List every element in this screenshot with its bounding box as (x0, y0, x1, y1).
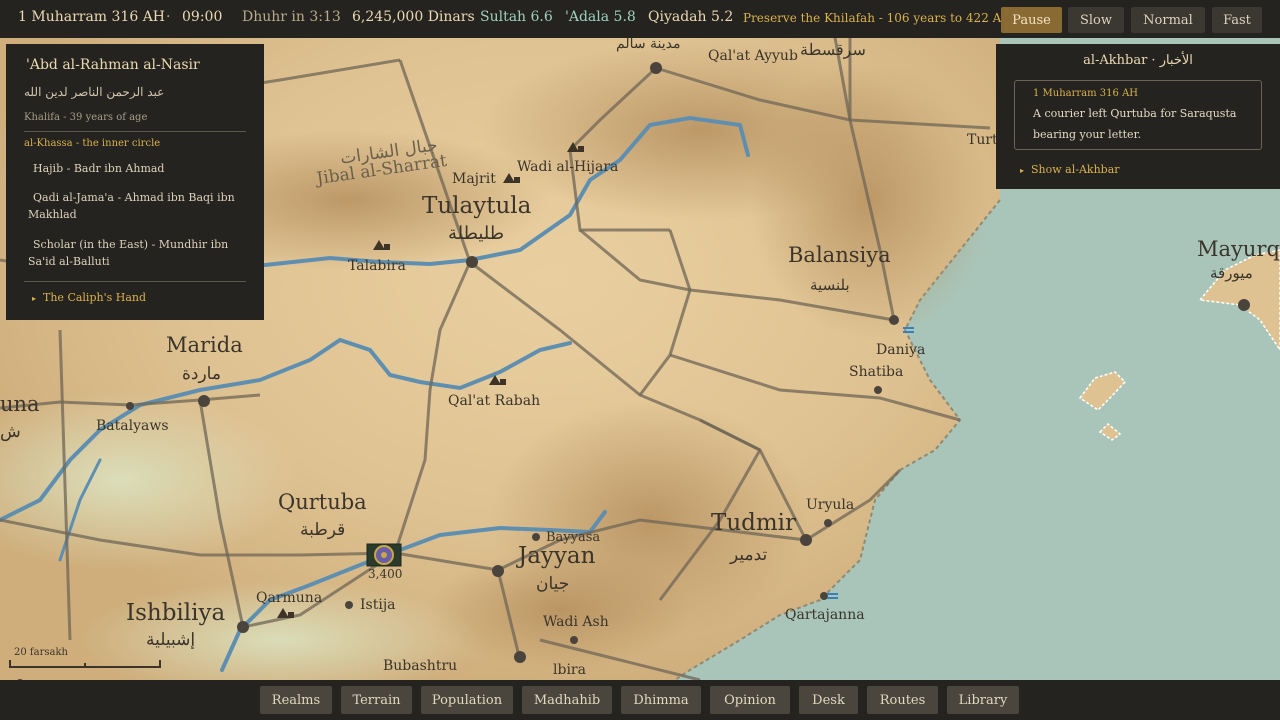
map-mode-madhahib-button[interactable]: Madhahib (522, 686, 612, 714)
library-button[interactable]: Library (947, 686, 1019, 714)
speed-normal-button[interactable]: Normal (1131, 7, 1205, 33)
inner-circle-heading: al-Khassa - the inner circle (24, 138, 161, 149)
ruler-arabic-name: عبد الرحمن الناصر لدين الله (24, 85, 165, 99)
divider (24, 131, 246, 132)
show-akhbar-link[interactable]: ▸ Show al-Akhbar (1020, 163, 1120, 176)
speed-pause-button[interactable]: Pause (1001, 7, 1062, 33)
goal-objective[interactable]: Preserve the Khilafah - 106 years to 422… (743, 11, 1012, 25)
game-time: 09:00 (182, 9, 223, 25)
circle-member[interactable]: Scholar (in the East) - Mundhir ibn Sa'i… (28, 236, 248, 270)
map-mode-opinion-button[interactable]: Opinion (710, 686, 790, 714)
divider (24, 281, 246, 282)
news-date: 1 Muharram 316 AH (1033, 88, 1139, 99)
caliphs-hand-label: The Caliph's Hand (43, 291, 147, 304)
news-title: al-Akhbar · الأخبار (1083, 53, 1193, 68)
top-bar: 1 Muharram 316 AH · 09:00 Dhuhr in 3:13 … (0, 0, 1280, 38)
treasury[interactable]: 6,245,000 Dinars (352, 9, 475, 25)
character-panel: 'Abd al-Rahman al-Nasir عبد الرحمن الناص… (6, 44, 264, 320)
game-date: 1 Muharram 316 AH (18, 9, 166, 25)
map-mode-realms-button[interactable]: Realms (260, 686, 332, 714)
ruler-title-age: Khalifa - 39 years of age (24, 112, 148, 123)
map-mode-population-button[interactable]: Population (421, 686, 513, 714)
prayer-countdown: Dhuhr in 3:13 (242, 9, 341, 25)
stat-qiyadah[interactable]: Qiyadah 5.2 (648, 9, 733, 25)
bottom-bar: Realms Terrain Population Madhahib Dhimm… (0, 680, 1280, 720)
speed-slow-button[interactable]: Slow (1068, 7, 1124, 33)
expand-triangle-icon: ▸ (1020, 166, 1025, 175)
ruler-name[interactable]: 'Abd al-Rahman al-Nasir (26, 57, 200, 73)
circle-member[interactable]: Qadi al-Jama'a - Ahmad ibn Baqi ibn Makh… (28, 189, 248, 223)
circle-member[interactable]: Hajib - Badr ibn Ahmad (28, 160, 248, 177)
news-card[interactable]: 1 Muharram 316 AH A courier left Qurtuba… (1014, 80, 1262, 150)
stat-sultah[interactable]: Sultah 6.6 (480, 9, 553, 25)
caliphs-hand-link[interactable]: ▸ The Caliph's Hand (32, 291, 146, 304)
desk-button[interactable]: Desk (799, 686, 858, 714)
news-panel: al-Akhbar · الأخبار 1 Muharram 316 AH A … (996, 44, 1280, 189)
map-mode-terrain-button[interactable]: Terrain (341, 686, 412, 714)
map-mode-dhimma-button[interactable]: Dhimma (621, 686, 701, 714)
stat-adala[interactable]: 'Adala 5.8 (565, 9, 636, 25)
map-mode-routes-button[interactable]: Routes (867, 686, 938, 714)
speed-fast-button[interactable]: Fast (1212, 7, 1262, 33)
show-akhbar-label: Show al-Akhbar (1031, 163, 1120, 176)
news-text: A courier left Qurtuba for Saraqusta bea… (1033, 107, 1237, 141)
expand-triangle-icon: ▸ (32, 294, 37, 303)
date-separator: · (166, 9, 171, 25)
army-marker[interactable] (366, 543, 402, 567)
